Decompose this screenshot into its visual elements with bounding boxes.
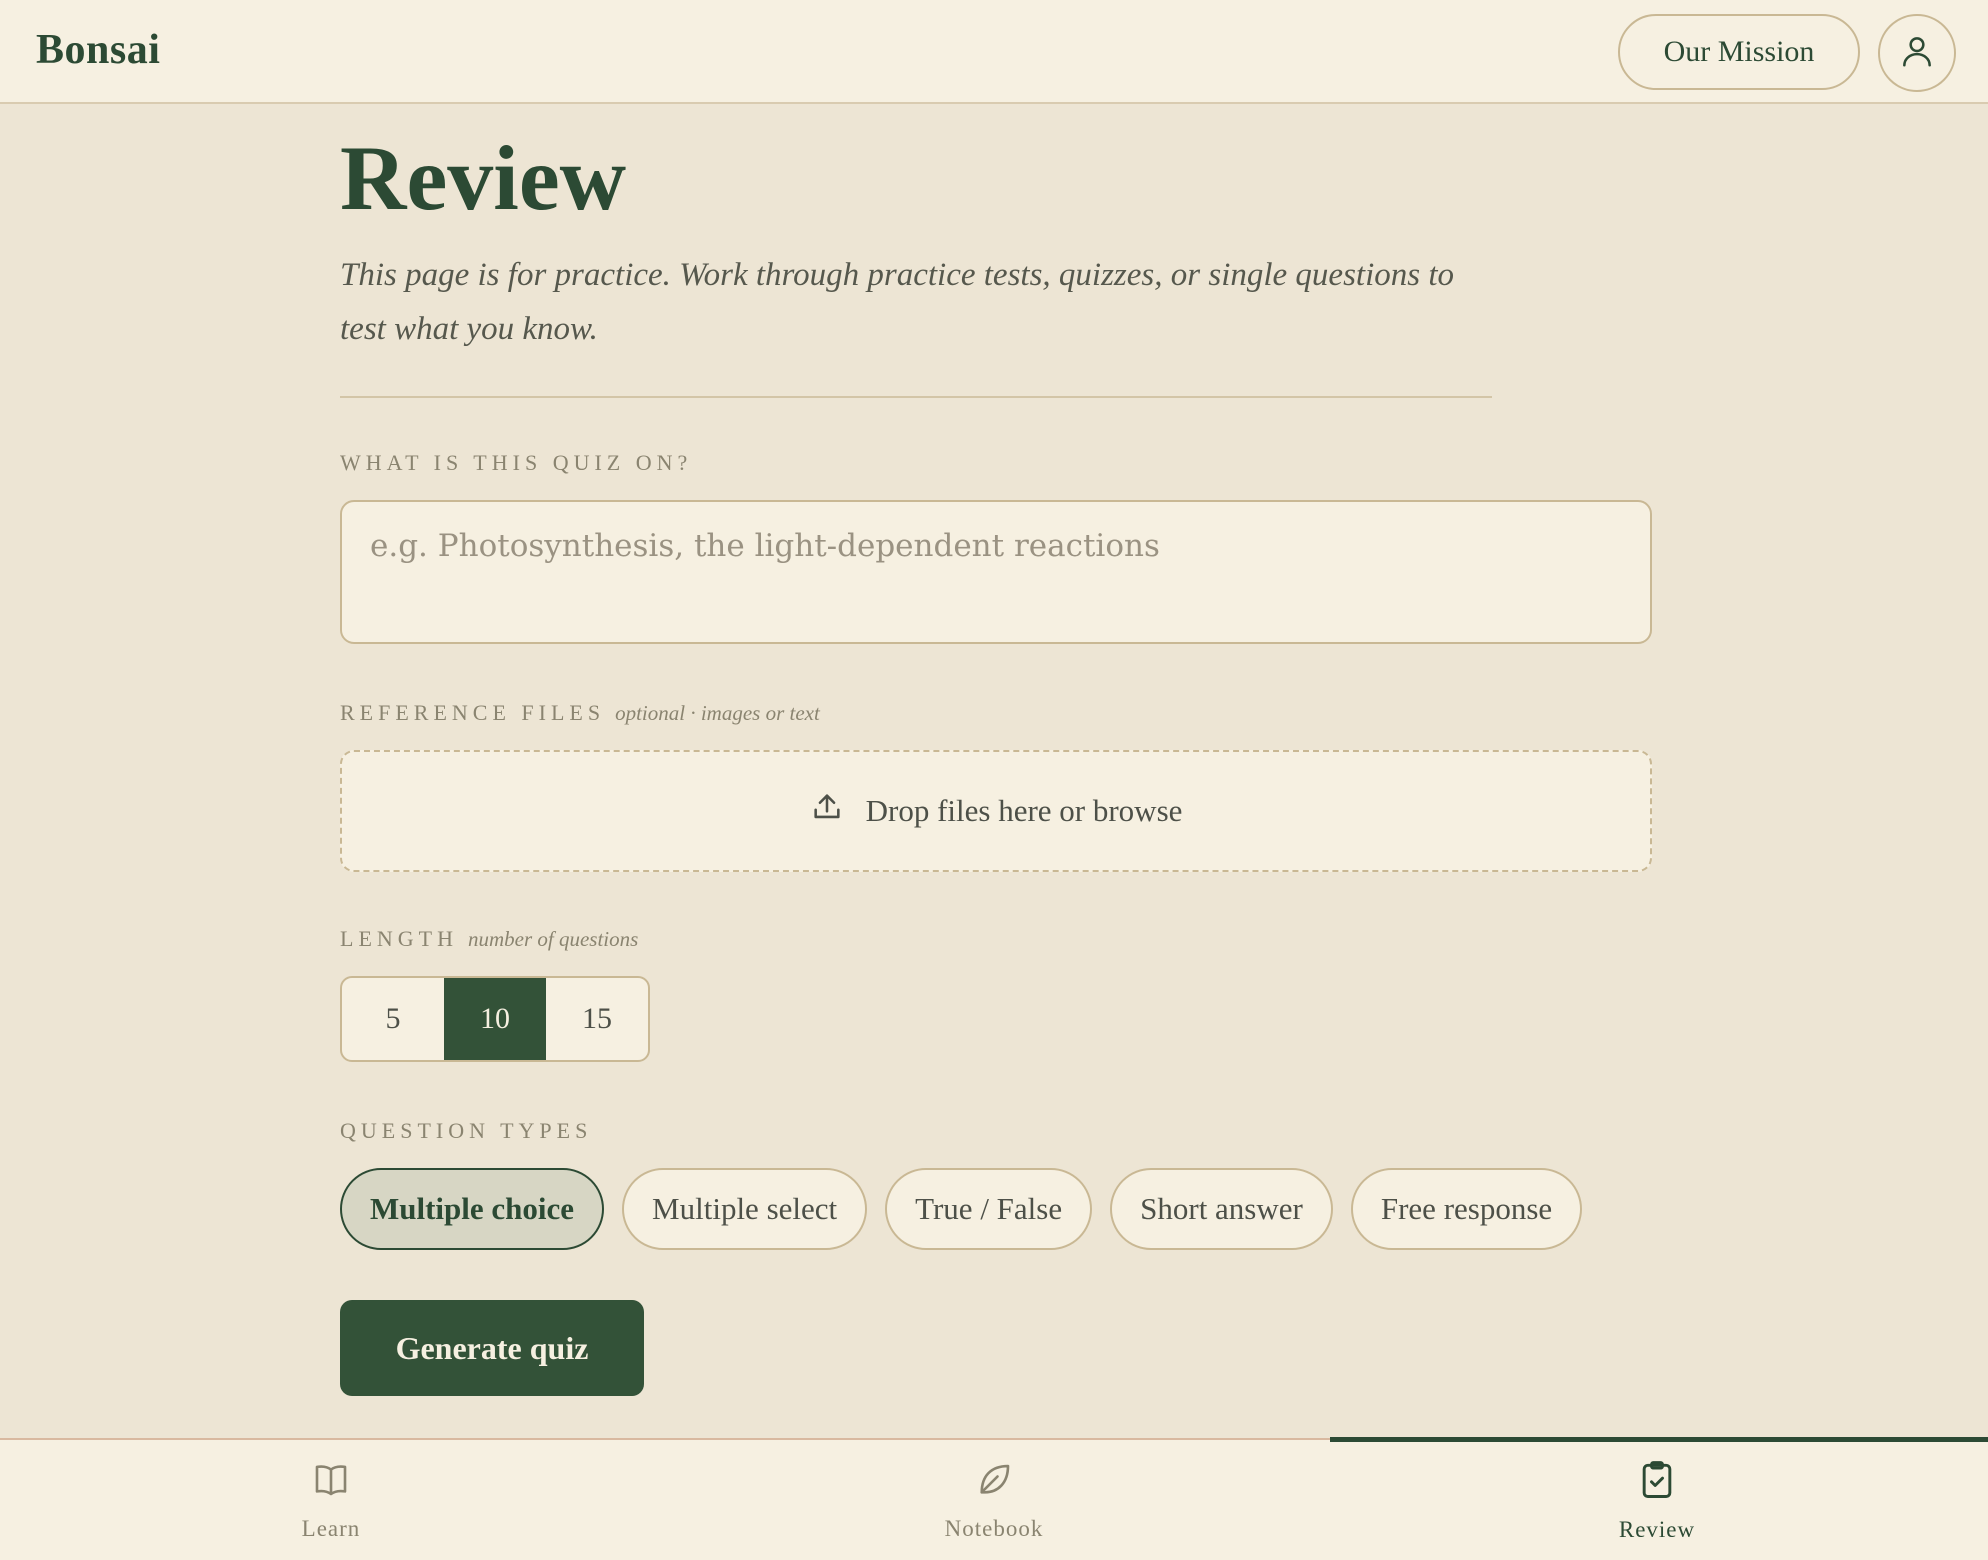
top-bar: Bonsai Our Mission [0, 0, 1988, 104]
topic-label: WHAT IS THIS QUIZ ON? [340, 450, 692, 476]
length-option-10[interactable]: 10 [444, 978, 546, 1060]
our-mission-button[interactable]: Our Mission [1618, 14, 1860, 90]
chip-free-response[interactable]: Free response [1350, 1168, 1583, 1250]
reference-files-hint: optional · images or text [615, 701, 820, 725]
page-title: Review [340, 127, 627, 229]
generate-quiz-button[interactable]: Generate quiz [340, 1300, 644, 1396]
user-icon [1898, 32, 1936, 75]
length-selector: 5 10 15 [340, 976, 650, 1062]
nav-item-learn[interactable]: Learn [0, 1440, 662, 1560]
reference-files-label: REFERENCE FILES optional · images or text [340, 700, 820, 726]
reference-files-label-text: REFERENCE FILES [340, 700, 606, 725]
file-dropzone[interactable]: Drop files here or browse [340, 750, 1652, 872]
topic-input[interactable] [340, 500, 1652, 644]
nav-item-review[interactable]: Review [1326, 1440, 1988, 1560]
question-types-label: QUESTION TYPES [340, 1118, 592, 1144]
nav-label-notebook: Notebook [944, 1515, 1044, 1541]
divider [340, 396, 1492, 398]
length-option-5[interactable]: 5 [342, 978, 444, 1060]
account-button[interactable] [1878, 14, 1956, 92]
page-description: This page is for practice. Work through … [340, 257, 1455, 347]
chip-multiple-select[interactable]: Multiple select [622, 1168, 868, 1250]
question-types-label-text: QUESTION TYPES [340, 1118, 593, 1143]
length-hint: number of questions [467, 927, 639, 951]
brand-logo[interactable]: Bonsai [36, 26, 160, 74]
length-label-text: LENGTH [340, 926, 458, 951]
book-icon [310, 1459, 352, 1506]
topic-label-text: WHAT IS THIS QUIZ ON? [340, 450, 693, 475]
nav-label-review: Review [1618, 1516, 1696, 1542]
question-type-chips: Multiple choice Multiple select True / F… [340, 1168, 1583, 1250]
upload-icon [810, 790, 866, 832]
leaf-icon [973, 1459, 1015, 1506]
nav-item-notebook[interactable]: Notebook [663, 1440, 1325, 1560]
length-option-15[interactable]: 15 [546, 978, 648, 1060]
chip-multiple-choice[interactable]: Multiple choice [340, 1168, 605, 1250]
dropzone-text: Drop files here or browse [865, 793, 1183, 828]
chip-true-false[interactable]: True / False [885, 1168, 1093, 1250]
clipboard-check-icon [1635, 1458, 1679, 1507]
length-label: LENGTH number of questions [340, 926, 638, 952]
nav-label-learn: Learn [301, 1515, 361, 1541]
chip-short-answer[interactable]: Short answer [1110, 1168, 1333, 1250]
bottom-nav: Learn Notebook Review [0, 1437, 1988, 1560]
